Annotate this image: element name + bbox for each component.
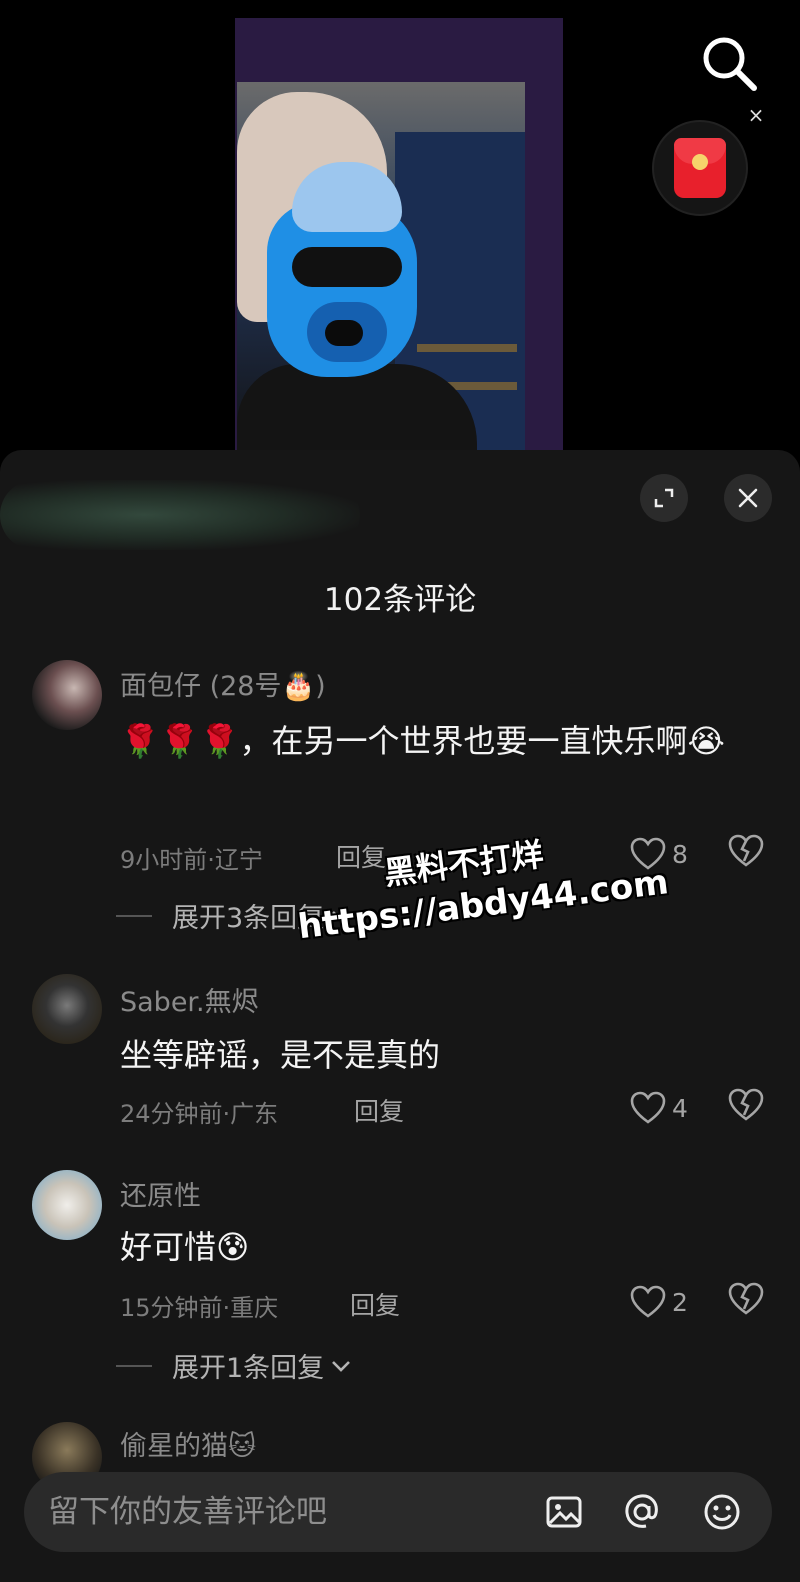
blurred-region bbox=[0, 480, 360, 550]
comment-username[interactable]: 面包仔 (28号🎂) bbox=[120, 664, 326, 703]
search-icon[interactable] bbox=[698, 32, 760, 94]
dislike-button[interactable] bbox=[728, 1088, 764, 1126]
close-icon bbox=[738, 488, 758, 508]
expand-sheet-button[interactable] bbox=[640, 474, 688, 522]
video-mask-eyes bbox=[292, 247, 402, 287]
like-button[interactable]: 2 bbox=[630, 1282, 688, 1322]
comment-username[interactable]: 偷星的猫🐱 bbox=[120, 1424, 256, 1463]
like-count: 4 bbox=[672, 1093, 688, 1123]
red-packet-close-icon[interactable]: × bbox=[745, 104, 767, 126]
emoji-icon[interactable] bbox=[702, 1492, 742, 1532]
dislike-button[interactable] bbox=[728, 1282, 764, 1320]
broken-heart-icon bbox=[728, 1088, 764, 1121]
like-count: 2 bbox=[672, 1287, 688, 1317]
video-mask-nose bbox=[325, 320, 363, 346]
close-sheet-button[interactable] bbox=[724, 474, 772, 522]
comment-text: 坐等辟谣，是不是真的 bbox=[120, 1036, 441, 1074]
heart-icon bbox=[630, 1091, 666, 1124]
heart-icon bbox=[630, 1285, 666, 1318]
red-packet-icon bbox=[674, 138, 726, 198]
expand-replies-label: 展开1条回复 bbox=[172, 1353, 325, 1384]
comment-input-bar bbox=[24, 1472, 772, 1552]
avatar[interactable] bbox=[32, 1170, 102, 1240]
reply-button[interactable]: 回复 bbox=[350, 1286, 400, 1322]
avatar[interactable] bbox=[32, 660, 102, 730]
video-shelf bbox=[417, 344, 517, 352]
comment-text: 好可惜😰 bbox=[120, 1228, 250, 1266]
dislike-button[interactable] bbox=[728, 834, 764, 872]
broken-heart-icon bbox=[728, 1282, 764, 1315]
comments-count-title: 102条评论 bbox=[323, 582, 477, 618]
video-shirt bbox=[237, 364, 477, 460]
image-icon[interactable] bbox=[544, 1492, 584, 1532]
comment-username[interactable]: Saber.無烬 bbox=[120, 980, 259, 1019]
mention-icon[interactable] bbox=[622, 1492, 662, 1532]
comment-username[interactable]: 还原性 bbox=[120, 1174, 201, 1213]
comment-meta: 15分钟前·重庆 bbox=[120, 1294, 279, 1322]
like-button[interactable]: 4 bbox=[630, 1088, 688, 1128]
comment-text: 🌹🌹🌹，在另一个世界也要一直快乐啊😭 bbox=[120, 722, 725, 760]
expand-replies-button[interactable]: 展开1条回复 bbox=[116, 1346, 352, 1385]
broken-heart-icon bbox=[728, 834, 764, 867]
video-area[interactable]: × bbox=[0, 0, 800, 460]
video-thumbnail[interactable] bbox=[237, 82, 525, 460]
expand-icon bbox=[654, 488, 674, 508]
red-packet-button[interactable] bbox=[652, 120, 748, 216]
like-count: 8 bbox=[672, 839, 688, 869]
comment-input[interactable] bbox=[48, 1472, 528, 1552]
reply-button[interactable]: 回复 bbox=[354, 1092, 404, 1128]
comment-meta: 24分钟前·广东 bbox=[120, 1100, 279, 1128]
comment-meta: 9小时前·辽宁 bbox=[120, 846, 263, 874]
comments-sheet: 102条评论 面包仔 (28号🎂) 🌹🌹🌹，在另一个世界也要一直快乐啊😭 9小时… bbox=[0, 450, 800, 1582]
avatar[interactable] bbox=[32, 974, 102, 1044]
chevron-down-icon bbox=[332, 1360, 351, 1372]
